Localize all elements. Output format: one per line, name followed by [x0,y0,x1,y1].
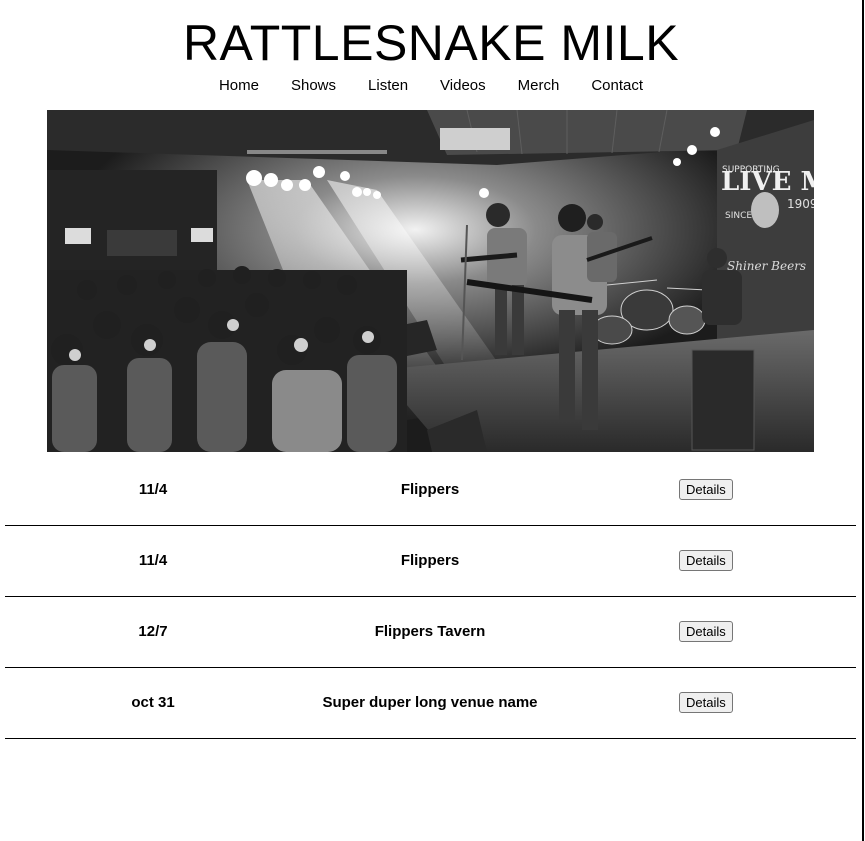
nav-videos[interactable]: Videos [424,76,502,96]
site-title: RATTLESNAKE MILK [182,15,680,71]
show-details-cell: Details [679,550,733,571]
page-right-border [862,0,864,841]
show-row: oct 31 Super duper long venue name Detai… [5,668,856,739]
show-date: 12/7 [138,623,168,640]
details-button[interactable]: Details [679,479,733,500]
svg-text:SINCE: SINCE [725,211,752,221]
details-button[interactable]: Details [679,621,733,642]
svg-text:1909: 1909 [787,197,814,211]
show-date: 11/4 [138,552,168,569]
show-details-cell: Details [679,621,733,642]
show-date: 11/4 [138,481,168,498]
show-details-cell: Details [679,692,733,713]
show-venue: Super duper long venue name [322,694,538,711]
nav-shows[interactable]: Shows [275,76,352,96]
nav-merch[interactable]: Merch [502,76,576,96]
nav-home[interactable]: Home [203,76,275,96]
show-details-cell: Details [679,479,733,500]
show-row: 12/7 Flippers Tavern Details [5,597,856,668]
details-button[interactable]: Details [679,692,733,713]
hero-band-photo: SUPPORTING LIVE MUSIC SINCE 1909 Shiner … [47,110,814,452]
svg-text:Shiner Beers: Shiner Beers [727,259,806,273]
shows-table: 11/4 Flippers Details 11/4 Flippers Deta… [5,455,856,739]
details-button[interactable]: Details [679,550,733,571]
nav-contact[interactable]: Contact [575,76,659,96]
main-nav: Home Shows Listen Videos Merch Contact [0,76,862,96]
show-venue: Flippers [400,552,460,569]
nav-listen[interactable]: Listen [352,76,424,96]
show-venue: Flippers [400,481,460,498]
show-venue: Flippers Tavern [374,623,486,640]
show-row: 11/4 Flippers Details [5,455,856,526]
show-row: 11/4 Flippers Details [5,526,856,597]
show-date: oct 31 [131,694,175,711]
